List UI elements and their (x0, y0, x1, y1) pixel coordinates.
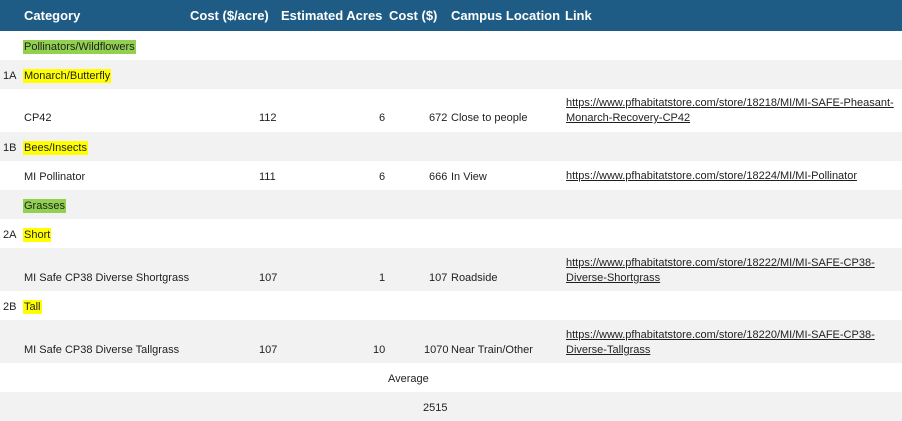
item-link[interactable]: https://www.pfhabitatstore.com/store/182… (566, 169, 896, 184)
table-row: MI Pollinator 111 6 666 In View https://… (0, 161, 902, 190)
subsection-row-2a: 2A Short (0, 219, 902, 248)
item-cost: 107 (429, 272, 448, 284)
item-cost: 672 (429, 112, 448, 124)
item-name: MI Safe CP38 Diverse Shortgrass (24, 272, 190, 284)
header-category: Category (24, 8, 81, 23)
header-link: Link (565, 8, 592, 23)
item-location: In View (451, 171, 487, 183)
average-label: Average (388, 373, 429, 385)
item-cost-per-acre: 107 (259, 344, 278, 356)
item-name: CP42 (24, 112, 52, 124)
item-cost-per-acre: 112 (259, 112, 277, 124)
average-row: Average (0, 363, 902, 392)
header-estimated-acres: Estimated Acres (281, 8, 383, 23)
section-label: Grasses (23, 199, 66, 213)
item-location: Roadside (451, 272, 498, 284)
item-acres: 6 (379, 112, 386, 124)
item-link[interactable]: https://www.pfhabitatstore.com/store/182… (566, 256, 896, 286)
subsection-code: 2B (3, 301, 17, 313)
item-location: Near Train/Other (451, 344, 533, 356)
item-name: MI Pollinator (24, 171, 86, 183)
item-link[interactable]: https://www.pfhabitatstore.com/store/182… (566, 96, 896, 126)
item-acres: 1 (379, 272, 386, 284)
subsection-code: 1B (3, 142, 17, 154)
item-acres: 6 (379, 171, 386, 183)
header-cost-per-acre: Cost ($/acre) (190, 8, 269, 23)
item-acres: 10 (373, 344, 386, 356)
item-cost-per-acre: 111 (259, 171, 276, 183)
table-header: Category Cost ($/acre) Estimated Acres C… (0, 0, 902, 31)
item-name: MI Safe CP38 Diverse Tallgrass (24, 344, 180, 356)
subsection-row-1a: 1A Monarch/Butterfly (0, 60, 902, 89)
header-cost: Cost ($) (389, 8, 438, 23)
subsection-code: 1A (3, 70, 17, 82)
item-cost: 1070 (424, 344, 449, 356)
subsection-code: 2A (3, 229, 17, 241)
table-row: CP42 112 6 672 Close to people https://w… (0, 89, 902, 132)
table-row: MI Safe CP38 Diverse Tallgrass 107 10 10… (0, 320, 902, 363)
section-row-pollinators: Pollinators/Wildflowers (0, 31, 902, 60)
subsection-label: Monarch/Butterfly (23, 69, 112, 83)
subsection-label: Short (23, 228, 52, 242)
total-value: 2515 (423, 402, 448, 414)
item-cost-per-acre: 107 (259, 272, 278, 284)
table-row: MI Safe CP38 Diverse Shortgrass 107 1 10… (0, 248, 902, 291)
subsection-row-2b: 2B Tall (0, 291, 902, 320)
subsection-label: Bees/Insects (23, 141, 88, 155)
section-row-grasses: Grasses (0, 190, 902, 219)
subsection-label: Tall (23, 300, 42, 314)
item-link[interactable]: https://www.pfhabitatstore.com/store/182… (566, 328, 896, 358)
item-cost: 666 (429, 171, 448, 183)
total-row: 2515 (0, 392, 902, 421)
item-location: Close to people (451, 112, 528, 124)
header-campus-location: Campus Location (451, 8, 561, 23)
subsection-row-1b: 1B Bees/Insects (0, 132, 902, 161)
section-label: Pollinators/Wildflowers (23, 40, 136, 54)
